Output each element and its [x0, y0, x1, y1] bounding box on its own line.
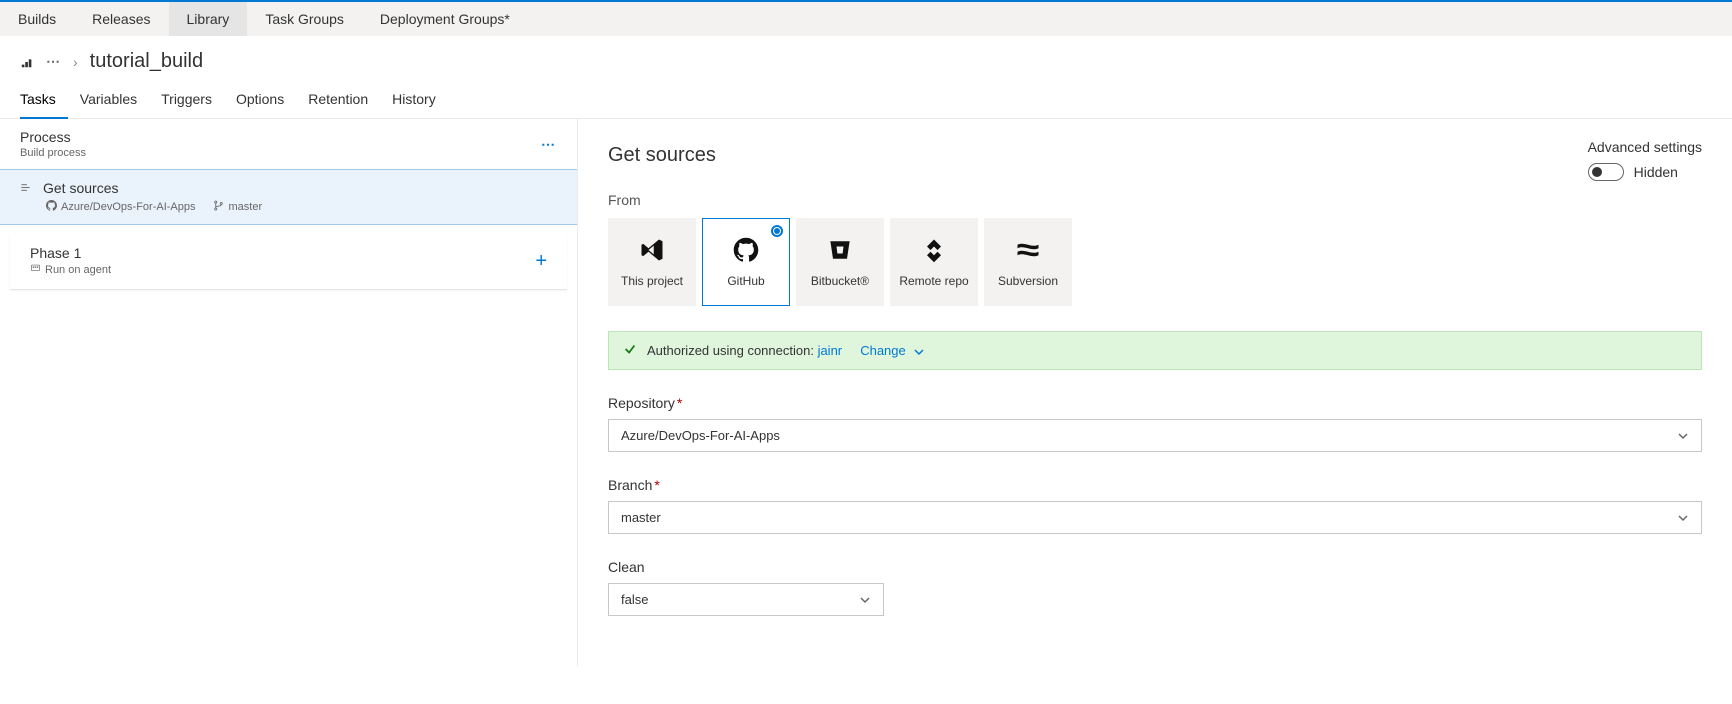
phase-subtitle: Run on agent	[30, 263, 111, 277]
selected-radio-icon	[771, 225, 783, 237]
process-more-icon[interactable]: ⋯	[541, 136, 557, 153]
nav-releases[interactable]: Releases	[74, 2, 168, 36]
chevron-down-icon	[859, 594, 871, 606]
add-task-button[interactable]: +	[535, 250, 547, 273]
advanced-settings: Advanced settings Hidden	[1588, 139, 1702, 181]
tab-retention[interactable]: Retention	[296, 83, 380, 118]
auth-text: Authorized using connection:	[647, 343, 818, 358]
branch-meta: master	[213, 200, 262, 214]
process-subtitle: Build process	[20, 147, 86, 159]
source-remote-repo[interactable]: Remote repo	[890, 218, 978, 306]
source-github[interactable]: GitHub	[702, 218, 790, 306]
github-icon	[46, 200, 57, 214]
subversion-icon	[1014, 236, 1042, 264]
toggle-state-label: Hidden	[1634, 164, 1678, 180]
phase-node[interactable]: Phase 1 Run on agent +	[10, 233, 567, 290]
chevron-down-icon	[913, 346, 925, 358]
process-node[interactable]: Process Build process ⋯	[0, 119, 577, 169]
chevron-right-icon: ›	[73, 54, 78, 70]
source-bitbucket[interactable]: Bitbucket®	[796, 218, 884, 306]
top-nav: Builds Releases Library Task Groups Depl…	[0, 2, 1732, 36]
auth-change-link[interactable]: Change	[860, 343, 925, 358]
repository-field: Repository* Azure/DevOps-For-AI-Apps	[608, 395, 1702, 452]
source-label: Subversion	[998, 274, 1058, 288]
branch-field: Branch* master	[608, 477, 1702, 534]
chevron-down-icon	[1677, 430, 1689, 442]
source-label: Bitbucket®	[811, 274, 869, 288]
process-title: Process	[20, 129, 86, 145]
branch-value: master	[621, 510, 661, 525]
agent-icon	[30, 263, 41, 277]
repo-meta: Azure/DevOps-For-AI-Apps	[46, 200, 195, 214]
bitbucket-icon	[826, 236, 854, 264]
detail-title: Get sources	[608, 144, 1702, 167]
source-label: Remote repo	[899, 274, 968, 288]
detail-pane: Advanced settings Hidden Get sources Fro…	[578, 119, 1732, 666]
tab-triggers[interactable]: Triggers	[149, 83, 224, 118]
definition-tabs: Tasks Variables Triggers Options Retenti…	[0, 83, 1732, 119]
repository-value: Azure/DevOps-For-AI-Apps	[621, 428, 780, 443]
tab-variables[interactable]: Variables	[68, 83, 149, 118]
check-icon	[623, 342, 637, 359]
clean-select[interactable]: false	[608, 583, 884, 616]
advanced-settings-toggle[interactable]	[1588, 163, 1624, 181]
nav-deployment-groups[interactable]: Deployment Groups*	[362, 2, 528, 36]
clean-field: Clean false	[608, 559, 1702, 616]
tab-tasks[interactable]: Tasks	[20, 83, 68, 119]
advanced-settings-label: Advanced settings	[1588, 139, 1702, 155]
source-subversion[interactable]: Subversion	[984, 218, 1072, 306]
pipeline-icon	[20, 55, 34, 69]
page-title: tutorial_build	[90, 50, 203, 73]
source-options: This project GitHub Bitbucket® Remote re…	[608, 218, 1702, 306]
auth-connection-link[interactable]: jainr	[818, 343, 843, 358]
nav-library[interactable]: Library	[169, 2, 248, 36]
repository-label: Repository*	[608, 395, 1702, 411]
tab-options[interactable]: Options	[224, 83, 296, 118]
source-this-project[interactable]: This project	[608, 218, 696, 306]
toggle-knob	[1592, 167, 1602, 177]
source-label: This project	[621, 274, 683, 288]
clean-label: Clean	[608, 559, 1702, 575]
get-sources-title: Get sources	[43, 180, 118, 196]
get-sources-node[interactable]: Get sources Azure/DevOps-For-AI-Apps mas…	[0, 169, 577, 225]
from-label: From	[608, 192, 1702, 208]
github-icon	[732, 236, 760, 264]
pipeline-tree-pane: Process Build process ⋯ Get sources Azur…	[0, 119, 578, 666]
branch-label: Branch*	[608, 477, 1702, 493]
phase-title: Phase 1	[30, 245, 111, 261]
nav-task-groups[interactable]: Task Groups	[247, 2, 362, 36]
auth-banner: Authorized using connection: jainr Chang…	[608, 331, 1702, 370]
remote-repo-icon	[920, 236, 948, 264]
branch-icon	[213, 200, 224, 214]
sources-icon	[20, 180, 31, 196]
breadcrumb: ⋯ › tutorial_build	[0, 36, 1732, 83]
content-area: Process Build process ⋯ Get sources Azur…	[0, 119, 1732, 666]
repository-select[interactable]: Azure/DevOps-For-AI-Apps	[608, 419, 1702, 452]
nav-builds[interactable]: Builds	[0, 2, 74, 36]
clean-value: false	[621, 592, 648, 607]
breadcrumb-more-icon[interactable]: ⋯	[46, 53, 61, 70]
visual-studio-icon	[638, 236, 666, 264]
tab-history[interactable]: History	[380, 83, 448, 118]
branch-select[interactable]: master	[608, 501, 1702, 534]
source-label: GitHub	[727, 274, 764, 288]
chevron-down-icon	[1677, 512, 1689, 524]
